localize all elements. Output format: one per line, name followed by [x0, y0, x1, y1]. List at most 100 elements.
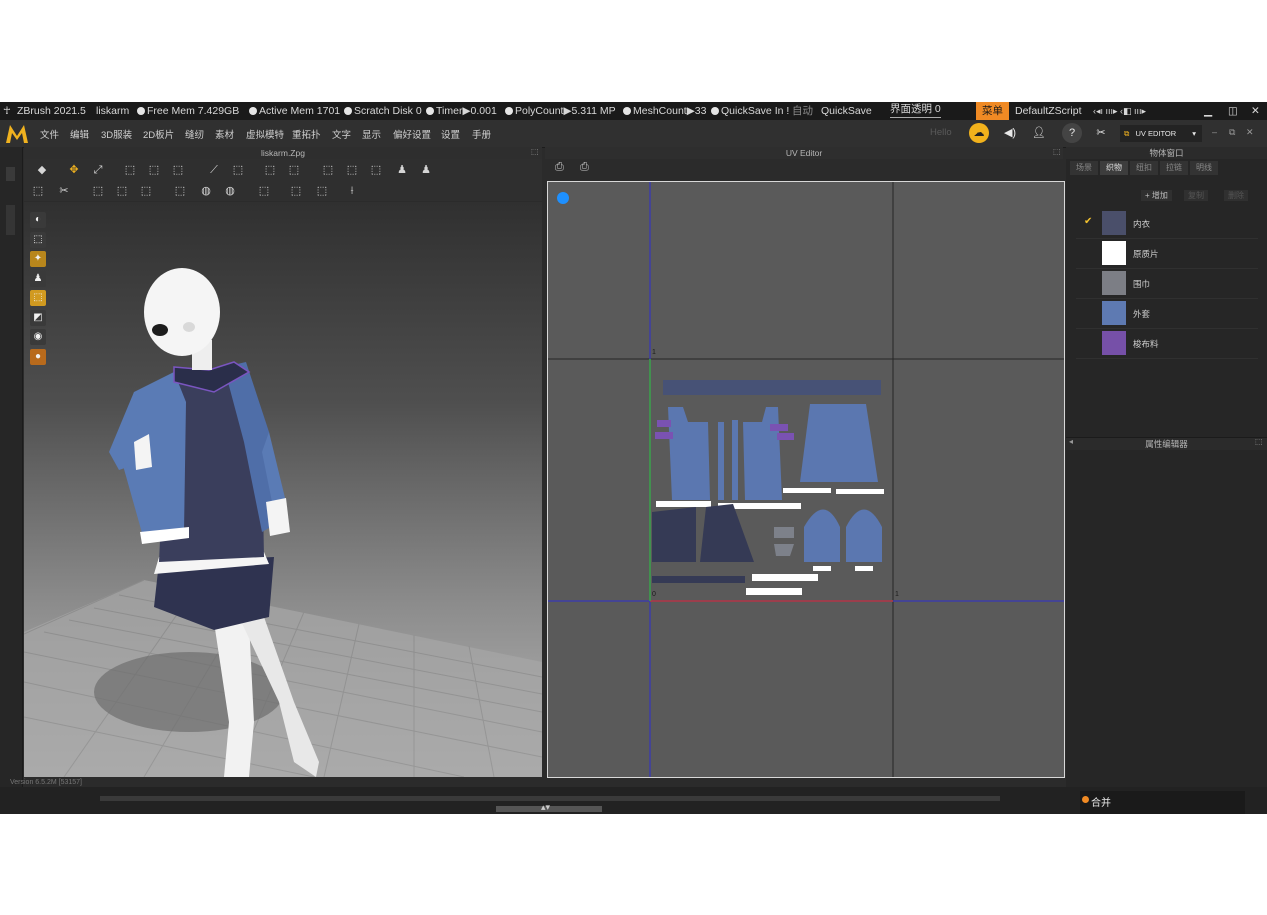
avatar-display-icon[interactable]: ◐ — [30, 212, 46, 228]
uv-snapshot-icon[interactable]: ⎙ — [555, 161, 564, 174]
garment-display-icon[interactable]: ⬚ — [30, 231, 46, 248]
avatar-head-icon[interactable]: ◉ — [30, 329, 46, 345]
graphic-tool-icon[interactable]: ⬚ — [138, 184, 154, 198]
tab-scene[interactable]: 场景 — [1070, 161, 1098, 175]
window-max-icon[interactable]: ⧉ — [1229, 127, 1235, 138]
pleat-tool-icon[interactable]: ⬚ — [114, 184, 130, 198]
tab-topstitch[interactable]: 明线 — [1190, 161, 1218, 175]
restore-icon[interactable]: ◫ — [1228, 102, 1238, 120]
top-garment-icon[interactable]: ⬚ — [344, 163, 360, 177]
tab-button[interactable]: 纽扣 — [1130, 161, 1158, 175]
uv-editor-title: UV Editor — [545, 147, 1063, 159]
menu-sewing[interactable]: 缝纫 — [185, 127, 204, 141]
select-mesh-icon[interactable]: ◆ — [34, 163, 50, 177]
fabric-row[interactable]: 外套 — [1076, 300, 1258, 329]
buttonhole-tool-icon[interactable]: ◍ — [198, 184, 214, 198]
merge-button[interactable]: 合并 — [1091, 794, 1111, 809]
menu-materials[interactable]: 素材 — [215, 127, 234, 141]
menu-edit[interactable]: 编辑 — [70, 127, 89, 141]
layout-nav-icons[interactable]: ‹◂ı ııı▸ ‹◧ ııı▸ — [1093, 102, 1146, 120]
menu-file[interactable]: 文件 — [40, 127, 59, 141]
copy-fabric-button[interactable]: 复制 — [1184, 190, 1208, 201]
cut-tool-icon[interactable]: ✂ — [56, 184, 72, 198]
close-icon[interactable]: ✕ — [1251, 102, 1260, 120]
menu-settings[interactable]: 设置 — [441, 127, 460, 141]
fabric-row[interactable]: 围巾 — [1076, 270, 1258, 299]
minimize-icon[interactable]: ▁ — [1204, 102, 1212, 120]
tab-zipper[interactable]: 拉链 — [1160, 161, 1188, 175]
topstitch-tool-icon[interactable]: ⬚ — [288, 184, 304, 198]
menu-display[interactable]: 显示 — [362, 127, 381, 141]
move-gizmo-icon[interactable]: ✥ — [66, 163, 82, 177]
uv-axis-zero-label: 0 — [652, 591, 656, 598]
edit-pattern-icon[interactable]: ⬚ — [30, 184, 46, 198]
user-icon[interactable]: 👤︎ — [1029, 123, 1049, 143]
menu-preferences[interactable]: 偏好设置 — [393, 127, 431, 141]
tape-tool-icon[interactable]: ⬚ — [230, 163, 246, 177]
avatar-pose-icon[interactable]: ♟ — [418, 163, 434, 177]
button-tool-icon[interactable]: ⬚ — [172, 184, 188, 198]
main-menu-bar: 文件 编辑 3D服装 2D板片 缝纫 素材 虚拟模特 重拓扑 文字 显示 偏好设… — [0, 120, 1267, 148]
seam-tool-icon[interactable]: ⬚ — [262, 163, 278, 177]
viewport-expand-icon[interactable]: ⬚ — [531, 147, 539, 156]
3d-viewport[interactable] — [24, 202, 542, 777]
add-fabric-button[interactable]: + 增加 — [1141, 190, 1172, 201]
tools-icon[interactable]: ✂ — [1091, 123, 1111, 143]
rectangle-pin-icon[interactable]: ⬚ — [146, 163, 162, 177]
fabric-row[interactable]: ✔ 内衣 — [1076, 210, 1258, 239]
trace-tool-icon[interactable]: ⬚ — [90, 184, 106, 198]
fasten-tool-icon[interactable]: ◍ — [222, 184, 238, 198]
default-zscript-button[interactable]: DefaultZScript — [1015, 102, 1082, 120]
sphere-render-icon[interactable]: ● — [30, 348, 46, 365]
fabric-name: 围巾 — [1133, 279, 1151, 289]
garment-tool-icon[interactable]: ⬚ — [320, 163, 336, 177]
collapse-icon[interactable]: ◂ — [1069, 437, 1073, 446]
avatar-up-icon[interactable]: ♟ — [394, 163, 410, 177]
meshcount-status: MeshCount▶33 — [623, 102, 706, 120]
user-name: liskarm — [96, 105, 130, 117]
uv-expand-icon[interactable]: ⬚ — [1053, 147, 1061, 156]
zipper-tool-icon[interactable]: ⬚ — [256, 184, 272, 198]
select-pin-icon[interactable]: ⬚ — [122, 163, 138, 177]
splitter-arrows-icon[interactable]: ▴▾ — [541, 802, 550, 813]
fix-to-avatar-icon[interactable]: ⟋ — [206, 163, 222, 177]
wireframe-icon[interactable]: ◩ — [30, 309, 46, 326]
sound-icon[interactable]: ◀) — [1000, 123, 1020, 143]
uv-editor-canvas[interactable]: 1 0 1 — [547, 181, 1065, 778]
interface-transparency-slider[interactable]: 界面透明 0 — [890, 102, 941, 118]
menu-toggle-button[interactable]: 菜单 — [976, 102, 1009, 120]
viewport-side-tools: ◐ ⬚ ✦ ♟ ⬚ ◩ ◉ ● — [30, 212, 50, 368]
quicksave-button[interactable]: QuickSave — [821, 102, 872, 120]
strip-tab-icon[interactable] — [6, 205, 15, 235]
measure-tool-icon[interactable]: ⬚ — [286, 163, 302, 177]
jacket-icon[interactable]: ⬚ — [368, 163, 384, 177]
timeline-track[interactable] — [100, 796, 1000, 801]
fabric-render-icon[interactable]: ⬚ — [30, 290, 46, 306]
menu-manual[interactable]: 手册 — [472, 127, 491, 141]
menu-retopology[interactable]: 重拓扑 — [292, 127, 321, 141]
fabric-row[interactable]: 原质片 — [1076, 240, 1258, 269]
fold-arrange-icon[interactable]: ⤢ — [90, 163, 106, 177]
status-dot-icon — [344, 107, 352, 115]
help-icon[interactable]: ? — [1062, 123, 1082, 143]
menu-avatar[interactable]: 虚拟模特 — [246, 127, 284, 141]
menu-text[interactable]: 文字 — [332, 127, 351, 141]
uv-editor-layout-select[interactable]: ⧉ UV EDITOR ▾ — [1120, 125, 1202, 142]
delete-fabric-button[interactable]: 删除 — [1224, 190, 1248, 201]
uv-camera-icon[interactable]: ⎙ — [580, 161, 589, 174]
tab-fabric[interactable]: 织物 — [1100, 161, 1128, 175]
menu-2d-pattern[interactable]: 2D板片 — [143, 127, 174, 141]
strip-handle-icon[interactable] — [6, 167, 15, 181]
pin-axis-icon[interactable]: ⟊ — [344, 184, 360, 198]
cloud-icon[interactable]: ☁ — [969, 123, 989, 143]
property-expand-icon[interactable]: ⬚ — [1255, 437, 1263, 446]
fold-tool-icon[interactable]: ⬚ — [170, 163, 186, 177]
window-close-icon[interactable]: ✕ — [1246, 127, 1254, 138]
texture-display-icon[interactable]: ✦ — [30, 251, 46, 267]
menu-3d-garment[interactable]: 3D服装 — [101, 127, 132, 141]
avatar-figure-icon[interactable]: ♟ — [30, 270, 46, 287]
window-min-icon[interactable]: – — [1212, 127, 1217, 137]
puckering-tool-icon[interactable]: ⬚ — [314, 184, 330, 198]
fabric-row[interactable]: 梭布料 — [1076, 330, 1258, 359]
chevron-down-icon: ▾ — [1192, 129, 1196, 138]
